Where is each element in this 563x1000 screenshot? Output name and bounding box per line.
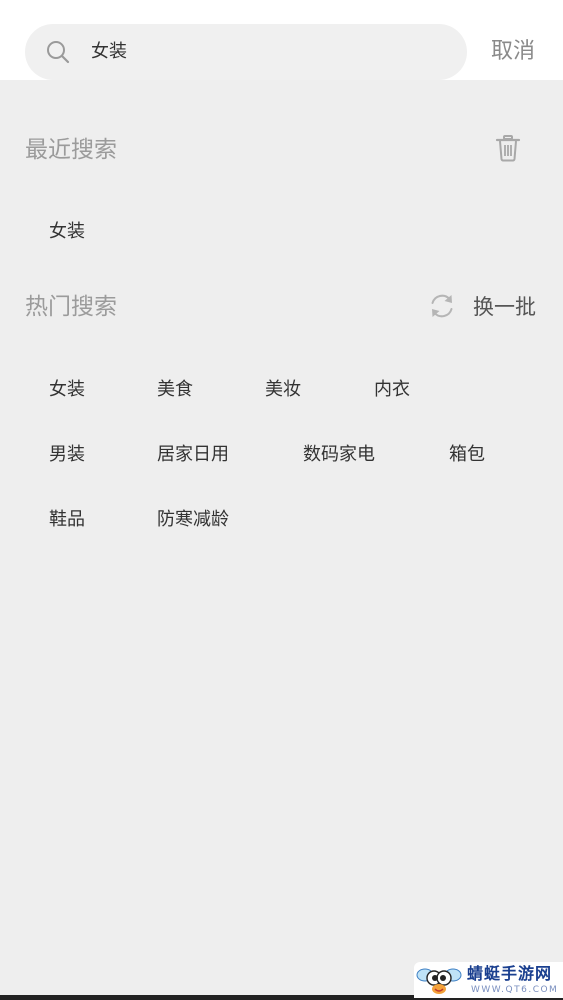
hot-search-item[interactable]: 男装 [49, 442, 85, 468]
cancel-button[interactable]: 取消 [491, 36, 535, 68]
hot-search-item[interactable]: 内衣 [374, 377, 410, 403]
hot-search-item[interactable]: 女装 [49, 377, 85, 403]
hot-search-item[interactable]: 防寒减龄 [157, 507, 229, 533]
hot-search-item[interactable]: 美妆 [265, 377, 301, 403]
refresh-icon [431, 294, 453, 318]
recent-search-item[interactable]: 女装 [49, 219, 85, 245]
watermark-url: WWW.QT6.COM [471, 985, 559, 995]
dragonfly-mascot-icon [416, 968, 462, 994]
hot-search-item[interactable]: 美食 [157, 377, 193, 403]
hot-search-item[interactable]: 数码家电 [303, 442, 375, 468]
watermark: 蜻蜓手游网 WWW.QT6.COM [414, 962, 563, 998]
search-input[interactable]: 女装 [25, 24, 467, 80]
refresh-label: 换一批 [473, 295, 536, 319]
hot-search-item[interactable]: 居家日用 [157, 442, 229, 468]
trash-icon[interactable] [495, 134, 521, 162]
search-input-value[interactable]: 女装 [91, 24, 127, 80]
hot-search-title: 热门搜索 [25, 294, 117, 320]
watermark-title: 蜻蜓手游网 [467, 964, 553, 983]
hot-search-item[interactable]: 箱包 [449, 442, 485, 468]
search-header: 女装 取消 [0, 0, 563, 80]
recent-search-title: 最近搜索 [25, 137, 117, 163]
refresh-button[interactable]: 换一批 [428, 290, 536, 322]
search-icon [47, 41, 70, 64]
hot-search-item[interactable]: 鞋品 [49, 507, 85, 533]
